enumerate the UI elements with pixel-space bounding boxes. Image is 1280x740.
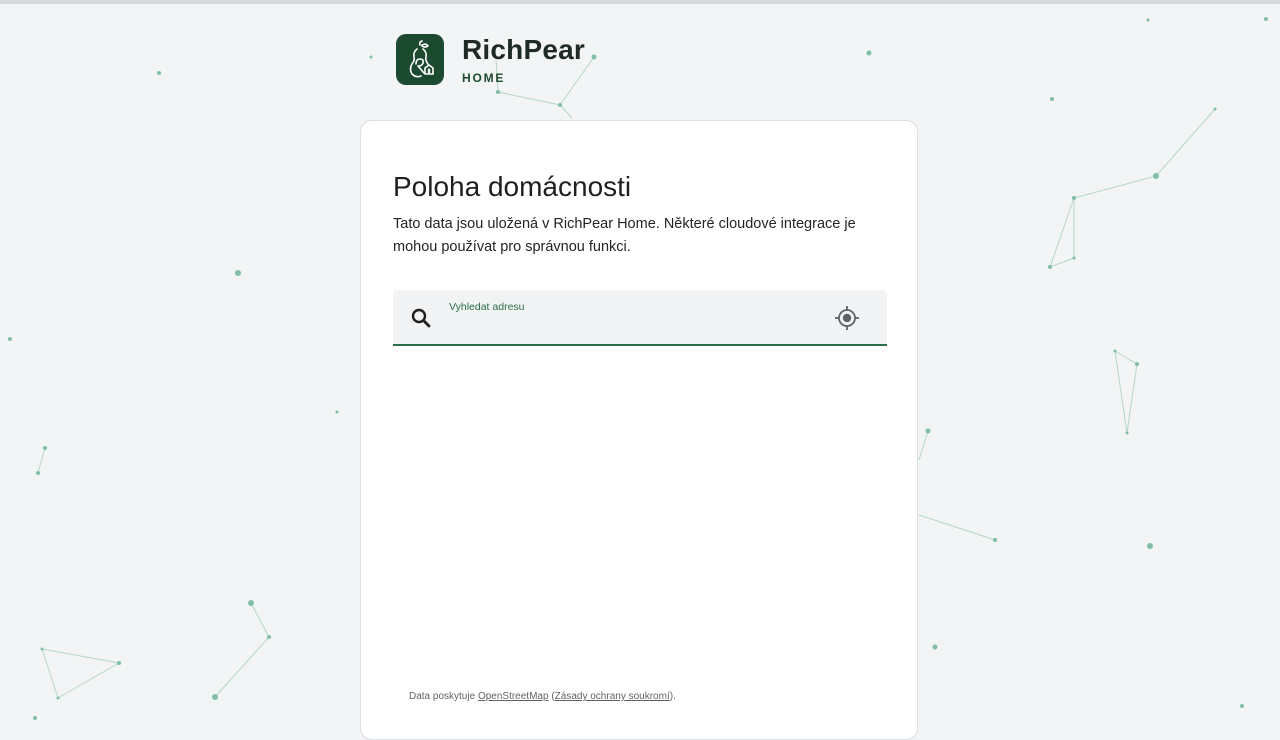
privacy-policy-link[interactable]: Zásady ochrany soukromí: [555, 691, 670, 702]
brand-name: RichPear: [462, 33, 585, 65]
location-card: Poloha domácnosti Tato data jsou uložená…: [360, 120, 918, 740]
page-title: Poloha domácnosti: [393, 171, 632, 202]
card-description: Tato data jsou uložená v RichPear Home. …: [393, 216, 856, 255]
search-icon: [409, 306, 433, 330]
attribution-close: ).: [669, 691, 676, 702]
crosshair-location-icon: [835, 306, 859, 330]
attribution-prefix: Data poskytuje: [409, 691, 476, 702]
search-field-label: Vyhledat adresu: [449, 301, 525, 313]
address-search-input[interactable]: [449, 316, 819, 338]
address-search-field[interactable]: Vyhledat adresu: [393, 290, 887, 346]
brand-header: RichPear HOME: [396, 34, 585, 85]
brand-subtitle: HOME: [462, 70, 506, 85]
map-attribution: Data poskytuje OpenStreetMap (Zásady och…: [409, 691, 676, 702]
pear-house-logo-icon: [396, 34, 444, 85]
openstreetmap-link[interactable]: OpenStreetMap: [478, 691, 549, 702]
locate-me-button[interactable]: [833, 304, 861, 332]
